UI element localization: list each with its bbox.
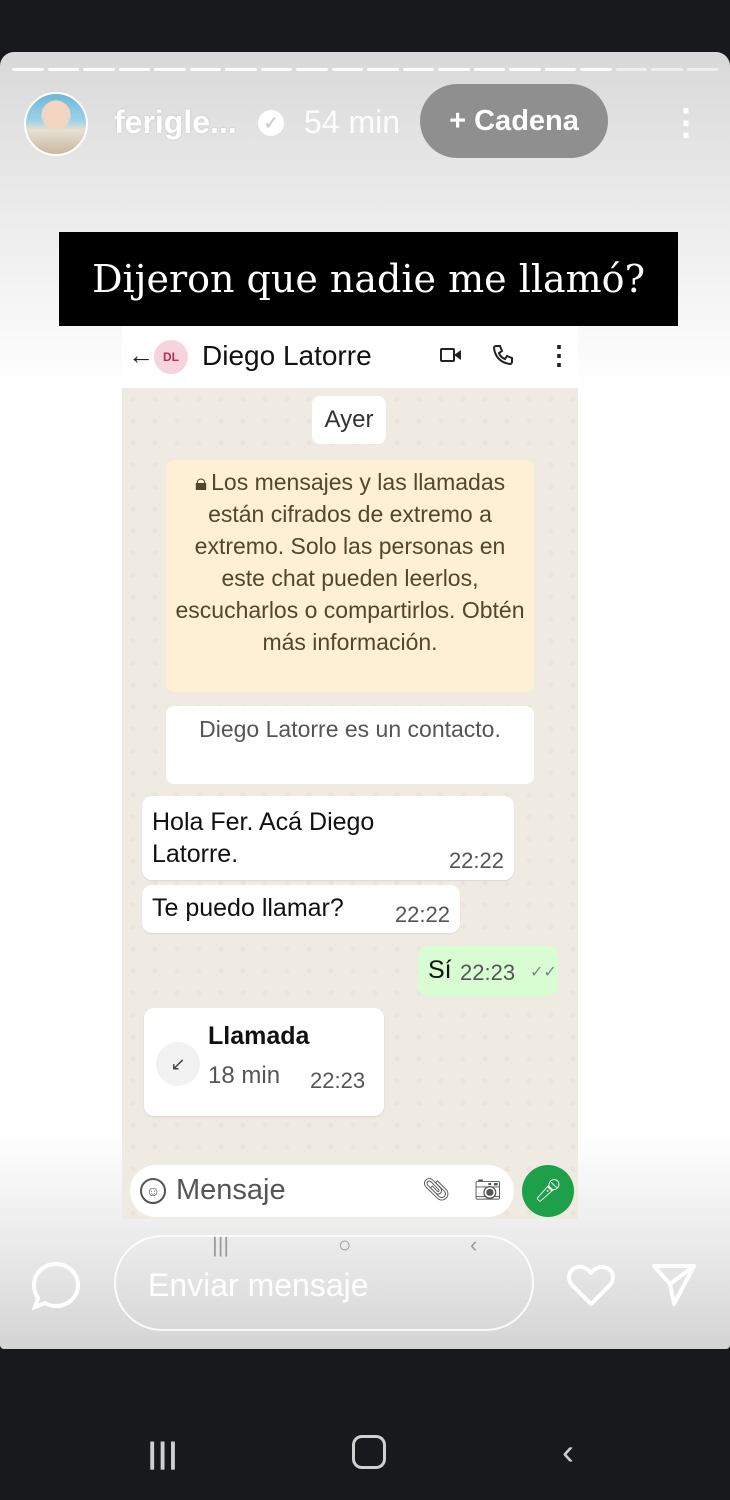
microphone-icon: 🎤︎ <box>522 1165 574 1217</box>
verified-badge-icon: ✓ <box>258 110 284 136</box>
more-options-icon[interactable]: ⋮ <box>668 102 704 142</box>
home-button[interactable] <box>352 1435 386 1469</box>
encryption-notice: 🔒︎ Los mensajes y las llamadas están cifr… <box>166 460 534 692</box>
incoming-call-icon: ↙ <box>156 1042 200 1086</box>
profile-avatar[interactable] <box>24 92 88 156</box>
whatsapp-screenshot: ← DL Diego Latorre ⋮ Ayer 🔒︎ Los mensajes… <box>122 326 578 1219</box>
back-button[interactable]: ‹ <box>562 1431 574 1473</box>
comment-icon[interactable] <box>30 1260 82 1312</box>
contact-name: Diego Latorre <box>202 340 372 371</box>
encryption-notice-text: Los mensajes y las llamadas están cifrad… <box>175 469 525 655</box>
message-text: Te puedo llamar? <box>152 894 344 922</box>
whatsapp-chat-header: ← DL Diego Latorre ⋮ <box>122 326 578 388</box>
video-call-icon <box>440 348 461 362</box>
heart-icon[interactable] <box>566 1262 616 1308</box>
message-bubble: Hola Fer. Acá Diego Latorre. 22:22 <box>142 796 514 880</box>
message-time: 22:23 <box>460 960 516 985</box>
message-text: Sí <box>428 956 452 984</box>
contact-status-note: Diego Latorre es un contacto. <box>166 706 534 784</box>
story-card[interactable]: ferigle... ✓ 54 min + Cadena ⋮ Dijeron q… <box>0 52 730 1349</box>
system-navigation-bar: ||| ‹ <box>0 1349 730 1500</box>
lock-icon: 🔒︎ <box>194 469 208 495</box>
story-progress-bar <box>12 68 718 71</box>
message-text: Hola Fer. Acá Diego Latorre. <box>152 808 375 868</box>
story-time-ago: 54 min <box>304 104 401 140</box>
call-title: Llamada <box>208 1022 310 1050</box>
attach-icon: 📎︎ <box>422 1177 450 1202</box>
story-text-banner: Dijeron que nadie me llamó? <box>59 232 678 326</box>
contact-avatar: DL <box>154 340 188 374</box>
call-time: 22:23 <box>310 1068 366 1093</box>
message-time: 22:22 <box>394 902 450 927</box>
camera-icon: 📷︎ <box>474 1177 502 1202</box>
chain-button[interactable]: + Cadena <box>420 84 608 158</box>
send-message-input[interactable]: Enviar mensaje <box>114 1235 534 1331</box>
call-log-card: ↙ Llamada 18 min 22:23 <box>144 1008 384 1116</box>
reply-placeholder: Enviar mensaje <box>148 1267 369 1303</box>
message-input-bar: ☺ Mensaje 📎︎ 📷︎ <box>130 1165 514 1217</box>
emoji-icon: ☺ <box>140 1178 166 1204</box>
message-bubble: Te puedo llamar? 22:22 <box>142 885 460 933</box>
send-icon[interactable] <box>650 1260 698 1308</box>
phone-call-icon <box>492 345 513 366</box>
message-time: 22:22 <box>448 848 504 873</box>
day-separator: Ayer <box>312 396 386 444</box>
story-username[interactable]: ferigle... <box>114 104 237 141</box>
chat-area: Ayer 🔒︎ Los mensajes y las llamadas están… <box>122 388 578 1219</box>
recent-apps-button[interactable]: ||| <box>148 1437 179 1471</box>
message-bubble-outgoing: Sí 22:23 ✓✓ <box>418 946 558 996</box>
back-arrow-icon: ← <box>128 340 154 370</box>
call-duration: 18 min <box>208 1062 281 1089</box>
delivered-check-icon: ✓✓ <box>530 964 557 981</box>
chat-menu-icon: ⋮ <box>546 340 572 370</box>
message-placeholder: Mensaje <box>176 1174 286 1206</box>
